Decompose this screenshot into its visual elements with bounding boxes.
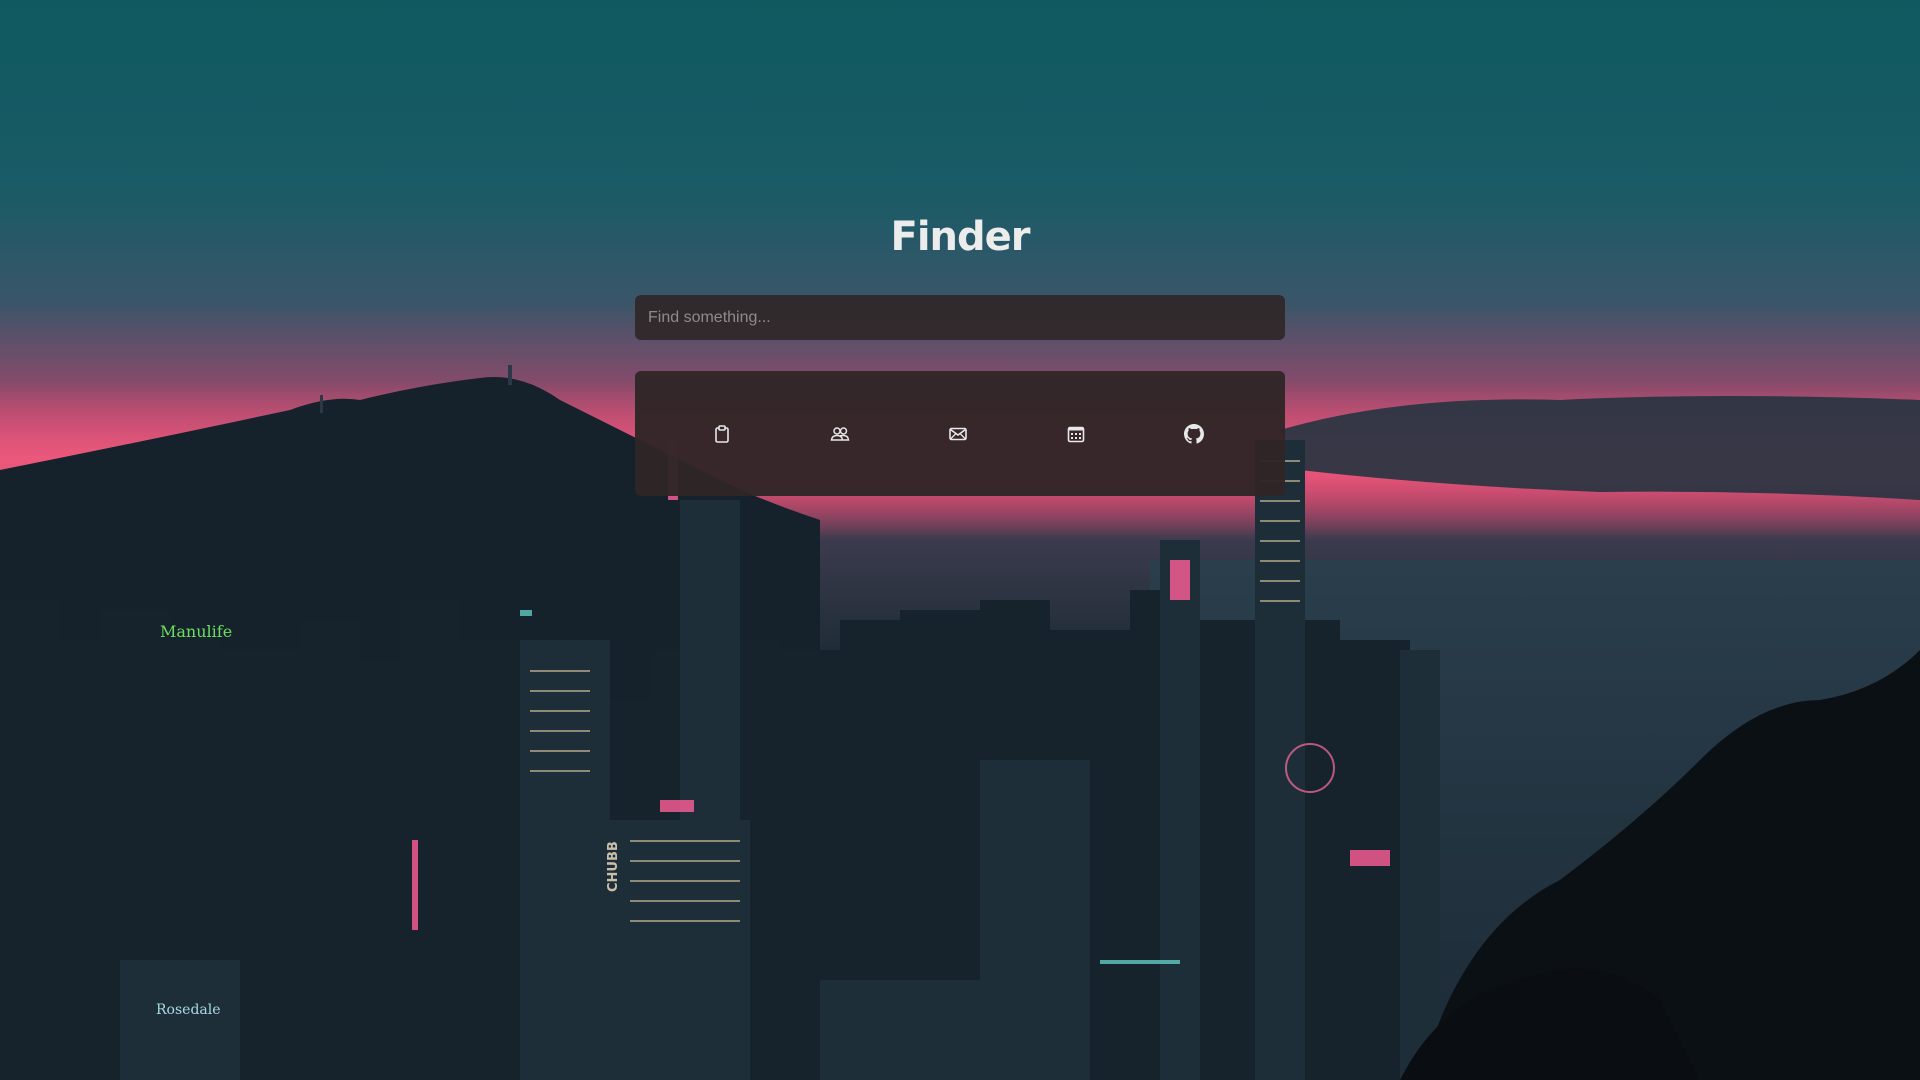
users-icon xyxy=(830,427,850,441)
calendar-icon xyxy=(1067,426,1085,443)
background-sign-manulife: Manulife xyxy=(160,622,233,641)
background-sign-rosedale: Rosedale xyxy=(156,1002,221,1018)
shortcut-panel xyxy=(635,371,1285,496)
github-shortcut-button[interactable] xyxy=(1178,418,1210,450)
mail-shortcut-button[interactable] xyxy=(942,418,974,450)
calendar-shortcut-button[interactable] xyxy=(1060,418,1092,450)
users-shortcut-button[interactable] xyxy=(824,418,856,450)
finder-overlay: Finder xyxy=(0,0,1920,1080)
clipboard-shortcut-button[interactable] xyxy=(706,418,738,450)
page-title: Finder xyxy=(890,214,1031,260)
clipboard-icon xyxy=(715,425,729,443)
search-input[interactable] xyxy=(635,295,1285,340)
envelope-icon xyxy=(949,427,967,441)
github-icon xyxy=(1184,424,1204,444)
background-sign-chubb: CHUBB xyxy=(606,841,621,892)
